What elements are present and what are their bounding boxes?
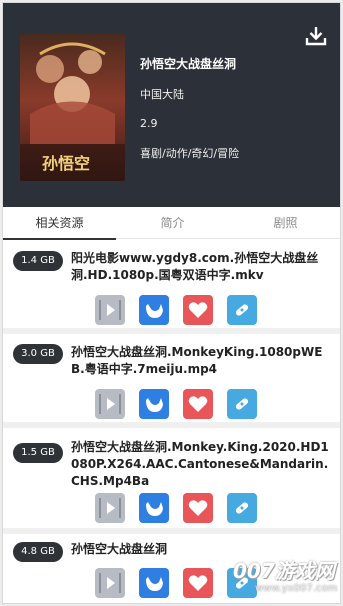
whale-icon	[146, 398, 163, 412]
play-icon	[99, 573, 121, 593]
watermark: 007游戏网 www.yx007.com	[217, 555, 340, 603]
resource-item[interactable]: 1.5 GB 孙悟空大战盘丝洞.Monkey.King.2020.HD1080P…	[3, 428, 340, 534]
file-size-badge: 1.5 GB	[13, 443, 63, 463]
tab-stills[interactable]: 剧照	[229, 207, 340, 239]
tab-bar: 相关资源 简介 剧照	[3, 207, 340, 240]
favorite-button[interactable]	[183, 295, 213, 325]
play-button[interactable]	[95, 493, 125, 523]
play-button[interactable]	[95, 389, 125, 419]
tab-resources[interactable]: 相关资源	[3, 207, 116, 240]
watermark-url: www.yx007.com	[255, 583, 338, 594]
movie-poster[interactable]: 孙悟空	[20, 34, 125, 181]
movie-genres: 喜剧/动作/奇幻/冒险	[140, 147, 240, 160]
link-icon	[235, 502, 249, 514]
heart-icon	[188, 396, 208, 412]
favorite-button[interactable]	[183, 568, 213, 598]
play-button[interactable]	[95, 568, 125, 598]
file-size-badge: 4.8 GB	[13, 542, 63, 562]
file-name: 孙悟空大战盘丝洞.MonkeyKing.1080pWEB.粤语中字.7meiju…	[71, 345, 323, 376]
play-icon	[99, 300, 121, 320]
whale-icon	[146, 577, 163, 591]
heart-icon	[188, 302, 208, 318]
file-name: 孙悟空大战盘丝洞.Monkey.King.2020.HD1080P.X264.A…	[71, 440, 329, 488]
resource-item[interactable]: 1.4 GB 阳光电影www.ygdy8.com.孙悟空大战盘丝洞.HD.108…	[3, 240, 340, 334]
link-icon	[235, 304, 249, 316]
file-size-badge: 1.4 GB	[13, 251, 63, 271]
heart-icon	[188, 500, 208, 516]
play-icon	[99, 394, 121, 414]
whale-icon	[146, 502, 163, 516]
link-button[interactable]	[227, 493, 257, 523]
open-app-button[interactable]	[139, 295, 169, 325]
poster-title-art: 孙悟空	[42, 154, 91, 173]
open-app-button[interactable]	[139, 568, 169, 598]
file-size-badge: 3.0 GB	[13, 344, 63, 364]
movie-header: 孙悟空 孙悟空大战盘丝洞 中国大陆 2.9 喜剧/动作/奇幻/冒险	[3, 3, 340, 207]
movie-rating: 2.9	[140, 117, 158, 130]
favorite-button[interactable]	[183, 493, 213, 523]
download-icon	[305, 27, 327, 46]
movie-region: 中国大陆	[140, 88, 184, 101]
favorite-button[interactable]	[183, 389, 213, 419]
play-icon	[99, 498, 121, 518]
movie-title: 孙悟空大战盘丝洞	[140, 57, 237, 71]
app-screen: 孙悟空 孙悟空大战盘丝洞 中国大陆 2.9 喜剧/动作/奇幻/冒险 相关资源 简…	[2, 2, 341, 604]
file-name: 阳光电影www.ygdy8.com.孙悟空大战盘丝洞.HD.1080p.国粤双语…	[71, 251, 319, 282]
open-app-button[interactable]	[139, 493, 169, 523]
watermark-title: 007游戏网	[233, 559, 335, 583]
link-button[interactable]	[227, 295, 257, 325]
link-icon	[235, 398, 249, 410]
heart-icon	[188, 575, 208, 591]
tab-synopsis[interactable]: 简介	[116, 207, 229, 239]
play-button[interactable]	[95, 295, 125, 325]
resource-item[interactable]: 3.0 GB 孙悟空大战盘丝洞.MonkeyKing.1080pWEB.粤语中字…	[3, 334, 340, 428]
link-button[interactable]	[227, 389, 257, 419]
download-button[interactable]	[304, 24, 328, 48]
open-app-button[interactable]	[139, 389, 169, 419]
whale-icon	[146, 304, 163, 318]
